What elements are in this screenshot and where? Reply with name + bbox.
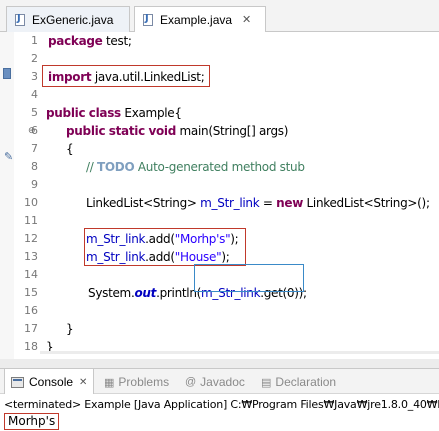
keyword: static: [108, 124, 145, 138]
code-line-1[interactable]: package test;: [48, 32, 132, 50]
keyword: public: [66, 124, 106, 138]
comment-text: //: [86, 160, 98, 174]
fold-collapse-icon[interactable]: ⊖: [28, 122, 36, 140]
keyword: package: [48, 34, 103, 48]
code-text: .println: [156, 286, 197, 300]
declaration-icon: ▤: [261, 376, 272, 389]
line-number: 12: [24, 232, 38, 245]
code-line-10[interactable]: LinkedList<String> m_Str_link = new Link…: [86, 194, 430, 212]
line-number: 18: [24, 340, 38, 353]
pane-separator[interactable]: [0, 359, 439, 368]
console-icon: [11, 376, 24, 388]
keyword: class: [88, 106, 121, 120]
tab-label: Example.java: [160, 12, 233, 27]
line-number: 11: [24, 214, 38, 227]
tab-declaration[interactable]: ▤ Declaration: [261, 369, 336, 395]
scroll-track: [40, 351, 439, 354]
line-number-gutter: 1 2 3 4 5 6 7 8 9 10 11 12 13 14 15 16 1…: [14, 32, 40, 359]
code-text: }: [66, 322, 74, 336]
tab-label: Console: [29, 375, 74, 389]
todo-tag: TODO: [97, 160, 135, 174]
java-file-icon: J: [141, 13, 155, 27]
tab-label: Problems: [118, 375, 170, 389]
javadoc-icon: @: [185, 376, 197, 388]
code-text: LinkedList<String>();: [303, 196, 430, 210]
console-tab-bar: Console ✕ ▦ Problems @ Javadoc ▤ Declara…: [0, 368, 439, 395]
code-text: {: [66, 142, 74, 156]
code-text: System.: [88, 286, 135, 300]
keyword: public: [46, 106, 86, 120]
horizontal-scrollbar[interactable]: [40, 346, 439, 359]
code-text: LinkedList<String>: [86, 196, 201, 210]
code-text: Example{: [120, 106, 182, 120]
line-number: 17: [24, 322, 38, 335]
console-output-line: Morhp's: [4, 413, 60, 430]
line-number: 1: [31, 34, 38, 47]
field-name: m_Str_link: [200, 196, 260, 210]
problems-icon: ▦: [104, 376, 115, 389]
line-number: 13: [24, 250, 38, 263]
line-number: 10: [24, 196, 38, 209]
get-call-highlight-box: [194, 264, 304, 292]
terminated-status: <terminated> Example [Java Application] …: [4, 398, 439, 411]
line-number: 4: [31, 88, 38, 101]
line-number: 14: [24, 268, 38, 281]
code-line-6[interactable]: public static void main(String[] args): [66, 122, 288, 140]
line-number: 16: [24, 304, 38, 317]
console-output[interactable]: <terminated> Example [Java Application] …: [0, 394, 439, 431]
line-number: 15: [24, 286, 38, 299]
editor-tab-bar: J ExGeneric.java J Example.java ✕: [0, 0, 439, 33]
task-pencil-icon[interactable]: ✎: [4, 150, 13, 163]
code-line-17[interactable]: }: [66, 320, 74, 338]
import-highlight-box: [42, 65, 210, 87]
java-file-icon: J: [13, 13, 27, 27]
code-text: test;: [102, 34, 132, 48]
keyword: void: [148, 124, 177, 138]
code-line-7[interactable]: {: [66, 140, 74, 158]
line-number: 9: [31, 178, 38, 191]
line-number: 5: [31, 106, 38, 119]
tab-problems[interactable]: ▦ Problems: [104, 369, 169, 395]
code-line-5[interactable]: public class Example{: [46, 104, 182, 122]
line-number: 2: [31, 52, 38, 65]
line-number: 8: [31, 160, 38, 173]
tab-label: Javadoc: [200, 375, 245, 389]
close-icon[interactable]: ✕: [242, 13, 251, 26]
line-number: 3: [31, 70, 38, 83]
tab-exgeneric-java[interactable]: J ExGeneric.java: [6, 6, 130, 32]
code-text: main(String[] args): [176, 124, 289, 138]
code-text: =: [259, 196, 277, 210]
tab-javadoc[interactable]: @ Javadoc: [185, 369, 245, 395]
line-number: 6: [31, 124, 38, 137]
bookmark-marker-icon[interactable]: [3, 68, 11, 79]
code-editor[interactable]: ✎ 1 2 3 4 5 6 7 8 9 10 11 12 13 14 15 16…: [0, 32, 439, 359]
comment-text: Auto-generated method stub: [134, 160, 305, 174]
line-number: 7: [31, 142, 38, 155]
annotation-ruler: [0, 32, 14, 359]
keyword: new: [276, 196, 304, 210]
static-field: out: [134, 286, 157, 300]
code-line-8[interactable]: // TODO Auto-generated method stub: [86, 158, 305, 176]
tab-label: Declaration: [275, 375, 337, 389]
tab-example-java[interactable]: J Example.java ✕: [134, 6, 266, 33]
tab-console[interactable]: Console ✕: [4, 369, 95, 395]
tab-label: ExGeneric.java: [32, 12, 114, 27]
add-calls-highlight-box: [84, 228, 246, 266]
close-icon[interactable]: ✕: [79, 377, 87, 388]
